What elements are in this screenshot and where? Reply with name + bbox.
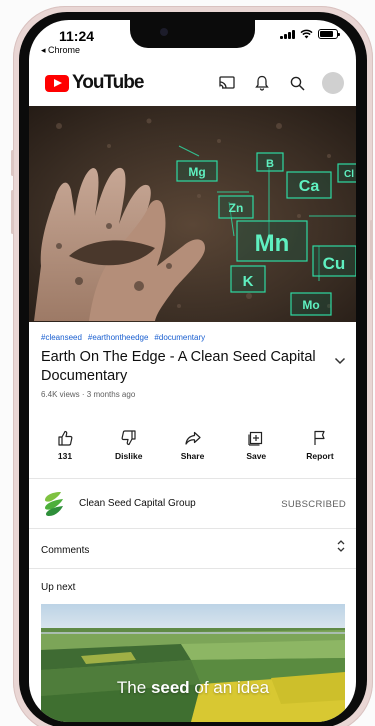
share-button[interactable]: Share [167, 430, 219, 461]
hashtag-list: #cleanseed #earthontheedge #documentary [41, 333, 346, 342]
hashtag-link[interactable]: #cleanseed [41, 333, 82, 342]
youtube-play-icon [45, 74, 69, 92]
thumbs-up-icon [58, 430, 73, 446]
video-thumbnail: Mg B Ca Cl Zn Mn K Cu Mo [29, 106, 356, 322]
up-next-thumbnail[interactable]: The seed of an idea [41, 604, 345, 722]
flag-icon [314, 430, 325, 445]
avatar[interactable] [322, 72, 344, 94]
element-label-cl: Cl [344, 169, 354, 180]
youtube-logo-text: YouTube [72, 72, 144, 93]
thumbs-down-icon [121, 430, 136, 446]
hashtag-link[interactable]: #earthontheedge [88, 333, 149, 342]
element-label-mn: Mn [255, 230, 290, 257]
divider [29, 568, 356, 569]
dislike-label: Dislike [115, 451, 143, 461]
up-next-image [41, 604, 345, 722]
youtube-header: YouTube [29, 66, 356, 106]
expand-icon[interactable] [336, 539, 346, 553]
youtube-logo[interactable]: YouTube [45, 72, 144, 94]
dislike-button[interactable]: Dislike [103, 430, 155, 461]
element-label-b: B [266, 158, 274, 170]
phone-side-button [370, 220, 373, 280]
battery-icon [318, 29, 340, 39]
phone-side-button [11, 190, 14, 234]
signal-icon [280, 29, 295, 39]
video-player[interactable]: Mg B Ca Cl Zn Mn K Cu Mo [29, 106, 356, 322]
subscribe-button[interactable]: SUBSCRIBED [281, 499, 346, 510]
element-label-zn: Zn [229, 201, 244, 215]
channel-row[interactable]: Clean Seed Capital Group SUBSCRIBED [41, 490, 346, 518]
chevron-down-icon[interactable] [334, 352, 346, 370]
back-to-app-link[interactable]: ◂ Chrome [41, 45, 80, 56]
element-label-k: K [243, 273, 254, 290]
channel-name[interactable]: Clean Seed Capital Group [79, 498, 196, 509]
element-label-cu: Cu [323, 254, 346, 273]
divider [29, 478, 356, 479]
report-label: Report [306, 451, 334, 461]
phone-screen: 11:24 ◂ Chrome YouTube Mg B Ca Cl Zn Mn … [29, 20, 356, 722]
cast-icon[interactable] [217, 73, 237, 93]
element-label-mo: Mo [302, 298, 319, 312]
status-icons [280, 29, 340, 39]
save-label: Save [246, 451, 267, 461]
up-next-heading: Up next [41, 582, 76, 593]
search-icon[interactable] [287, 73, 307, 93]
element-label-ca: Ca [299, 178, 320, 195]
bell-icon[interactable] [252, 73, 272, 93]
save-icon [248, 431, 263, 446]
comments-label: Comments [41, 545, 90, 556]
video-info: #cleanseed #earthontheedge #documentary … [41, 333, 346, 399]
element-label-mg: Mg [188, 165, 205, 179]
status-time: 11:24 [59, 28, 95, 44]
share-label: Share [180, 451, 205, 461]
wifi-icon [300, 29, 313, 39]
like-count: 131 [57, 451, 73, 461]
video-meta: 6.4K views · 3 months ago [41, 390, 136, 399]
divider [29, 528, 356, 529]
video-title[interactable]: Earth On The Edge - A Clean Seed Capital… [41, 348, 326, 386]
save-button[interactable]: Save [230, 430, 282, 461]
up-next-caption: The seed of an idea [116, 678, 270, 697]
notch [130, 20, 255, 48]
phone-side-button [11, 150, 14, 176]
page: 11:24 ◂ Chrome YouTube Mg B Ca Cl Zn Mn … [0, 0, 375, 726]
report-button[interactable]: Report [294, 430, 346, 461]
camera-icon [160, 28, 168, 36]
like-button[interactable]: 131 [39, 430, 91, 461]
hashtag-link[interactable]: #documentary [154, 333, 205, 342]
action-bar: 131 Dislike Share Save Report [39, 430, 346, 461]
comments-section[interactable]: Comments [41, 540, 346, 560]
header-icons [217, 72, 344, 94]
share-icon [184, 431, 201, 445]
channel-logo-icon[interactable] [41, 490, 67, 518]
title-row[interactable]: Earth On The Edge - A Clean Seed Capital… [41, 348, 346, 386]
